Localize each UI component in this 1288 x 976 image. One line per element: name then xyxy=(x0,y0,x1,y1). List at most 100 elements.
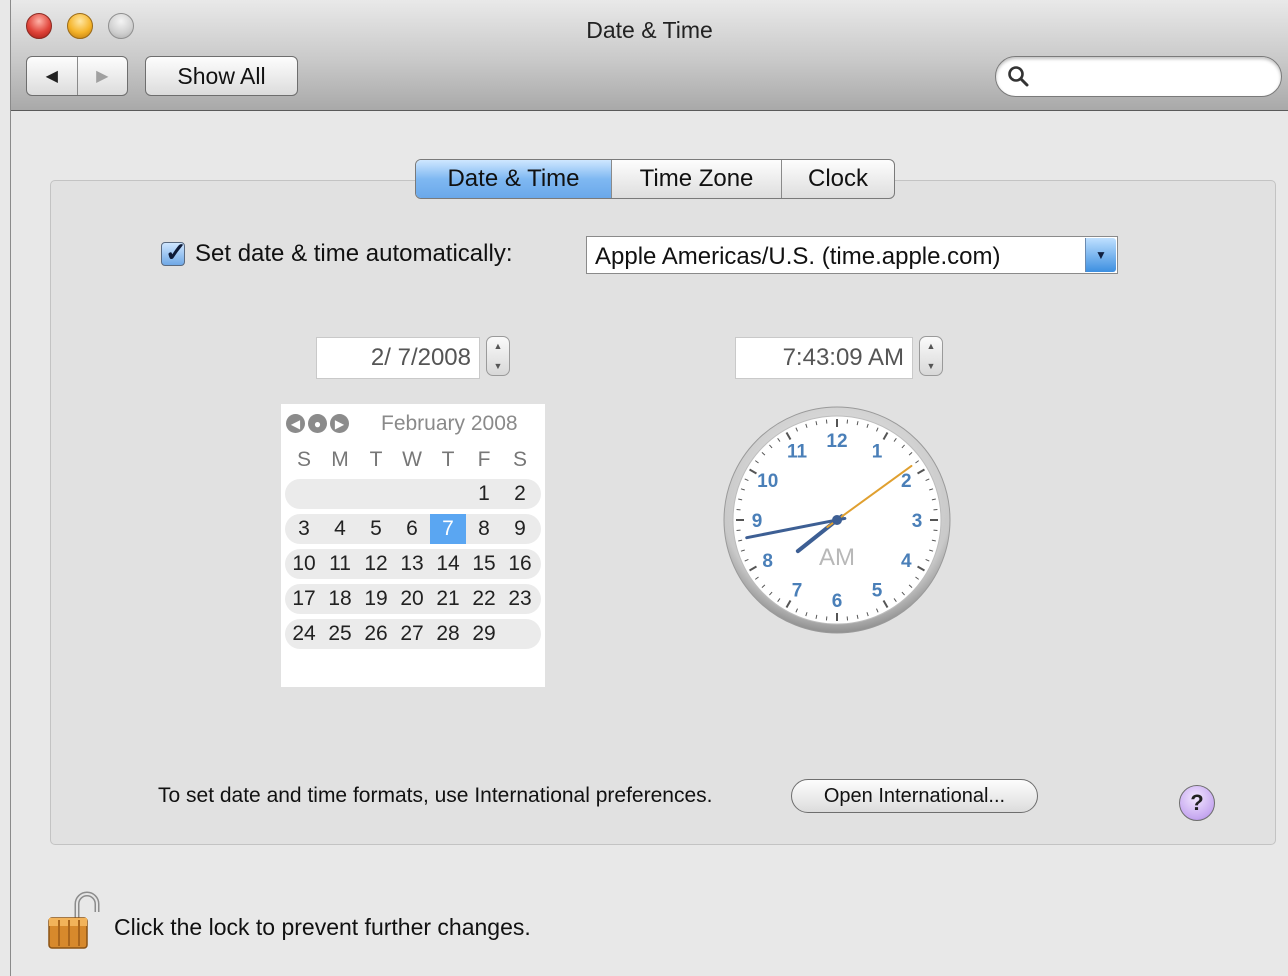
calendar-day[interactable]: 22 xyxy=(466,584,502,614)
lock-icon[interactable] xyxy=(45,890,103,950)
weekday-label: F xyxy=(477,448,491,471)
show-all-button[interactable]: Show All xyxy=(145,56,298,96)
calendar-day[interactable]: 6 xyxy=(394,514,430,544)
clock-numeral: 1 xyxy=(872,442,883,463)
calendar-day[interactable]: 12 xyxy=(358,549,394,579)
clock-numeral: 10 xyxy=(757,471,778,492)
time-server-value: Apple Americas/U.S. (time.apple.com) xyxy=(595,243,1001,270)
calendar-empty-cell xyxy=(286,479,322,509)
clock-numeral: 3 xyxy=(912,511,923,532)
tab-time-zone[interactable]: Time Zone xyxy=(611,160,781,198)
tab-bar: Date & Time Time Zone Clock xyxy=(415,159,895,199)
calendar-day[interactable]: 13 xyxy=(394,549,430,579)
auto-time-row: ✓ Set date & time automatically: xyxy=(161,237,513,268)
weekday-label: M xyxy=(331,448,349,471)
clock-numeral: 2 xyxy=(901,471,912,492)
search-icon xyxy=(1008,66,1029,87)
calendar-week-row: 17 18 19 20 21 22 23 xyxy=(285,584,541,614)
calendar-day[interactable]: 18 xyxy=(322,584,358,614)
weekday-label: W xyxy=(402,448,422,471)
clock-period: AM xyxy=(819,544,855,571)
today-icon[interactable]: ● xyxy=(308,414,327,433)
search-field[interactable] xyxy=(995,56,1282,97)
toolbar: Date & Time ◀ ▶ Show All xyxy=(11,0,1288,111)
tab-clock[interactable]: Clock xyxy=(781,160,894,198)
calendar-day[interactable]: 17 xyxy=(286,584,322,614)
date-field[interactable]: 2/ 7/2008 xyxy=(316,337,480,379)
stepper-up-icon[interactable]: ▲ xyxy=(920,341,942,351)
calendar-day[interactable]: 20 xyxy=(394,584,430,614)
stepper-up-icon[interactable]: ▲ xyxy=(487,341,509,351)
clock-numeral: 4 xyxy=(901,551,912,572)
calendar-day[interactable]: 9 xyxy=(502,514,538,544)
calendar-day[interactable]: 4 xyxy=(322,514,358,544)
tab-date-time[interactable]: Date & Time xyxy=(416,160,611,198)
calendar-day[interactable]: 7 xyxy=(430,514,466,544)
calendar-day[interactable]: 11 xyxy=(322,549,358,579)
calendar-day[interactable]: 29 xyxy=(466,619,502,649)
clock-numeral: 5 xyxy=(872,580,883,601)
lock-message: Click the lock to prevent further change… xyxy=(114,914,531,940)
calendar-day[interactable]: 2 xyxy=(502,479,538,509)
calendar-header: ◀ ● ▶ February 2008 xyxy=(281,412,545,442)
open-international-button[interactable]: Open International... xyxy=(791,779,1038,813)
popup-arrow-icon[interactable]: ▼ xyxy=(1085,238,1116,272)
calendar-day[interactable]: 14 xyxy=(430,549,466,579)
calendar-day[interactable]: 26 xyxy=(358,619,394,649)
calendar-nav: ◀ ● ▶ xyxy=(286,414,349,433)
stepper-down-icon[interactable]: ▼ xyxy=(487,361,509,371)
date-time-window: Date & Time ◀ ▶ Show All Date & Time Tim… xyxy=(10,0,1288,976)
time-field[interactable]: 7:43:09 AM xyxy=(735,337,913,379)
weekday-label: T xyxy=(441,448,455,471)
auto-time-label: Set date & time automatically: xyxy=(195,240,513,267)
calendar-day[interactable]: 16 xyxy=(502,549,538,579)
weekday-label: S xyxy=(512,448,527,471)
back-arrow-icon: ◀ xyxy=(45,68,58,85)
calendar-empty-cell xyxy=(394,479,430,509)
weekday-label: T xyxy=(369,448,383,471)
calendar-day[interactable]: 28 xyxy=(430,619,466,649)
calendar-week-row: 12 xyxy=(285,479,541,509)
calendar-day[interactable]: 1 xyxy=(466,479,502,509)
clock-numeral: 7 xyxy=(792,580,803,601)
calendar-day[interactable]: 23 xyxy=(502,584,538,614)
calendar-month-title: February 2008 xyxy=(381,412,518,435)
clock-numeral: 8 xyxy=(762,551,773,572)
calendar-week-row: 10 11 12 13 14 15 16 xyxy=(285,549,541,579)
calendar-empty-cell xyxy=(322,479,358,509)
calendar-empty-cell xyxy=(430,479,466,509)
calendar-day[interactable]: 15 xyxy=(466,549,502,579)
previous-month-icon[interactable]: ◀ xyxy=(286,414,305,433)
calendar-day[interactable]: 3 xyxy=(286,514,322,544)
calendar-week-row: 24 25 26 27 28 29 xyxy=(285,619,541,649)
search-input[interactable] xyxy=(1036,63,1270,91)
calendar-empty-cell xyxy=(502,619,538,649)
forward-button[interactable]: ▶ xyxy=(76,57,128,95)
calendar-day[interactable]: 27 xyxy=(394,619,430,649)
help-button[interactable]: ? xyxy=(1179,785,1215,821)
calendar-day[interactable]: 25 xyxy=(322,619,358,649)
stepper-down-icon[interactable]: ▼ xyxy=(920,361,942,371)
calendar-week-row: 3456789 xyxy=(285,514,541,544)
international-hint: To set date and time formats, use Intern… xyxy=(158,784,713,807)
calendar: ◀ ● ▶ February 2008 S M T W T F S 123456… xyxy=(281,404,545,687)
clock-center-pin xyxy=(832,515,842,525)
checkmark-icon: ✓ xyxy=(165,237,187,267)
calendar-day[interactable]: 5 xyxy=(358,514,394,544)
calendar-day[interactable]: 21 xyxy=(430,584,466,614)
calendar-day[interactable]: 10 xyxy=(286,549,322,579)
auto-time-checkbox[interactable]: ✓ xyxy=(161,237,187,267)
time-stepper[interactable]: ▲ ▼ xyxy=(919,336,943,376)
back-button[interactable]: ◀ xyxy=(27,57,77,95)
analog-clock: 121234567891011 AM xyxy=(723,406,951,634)
time-server-popup[interactable]: Apple Americas/U.S. (time.apple.com) ▼ xyxy=(586,236,1118,274)
clock-numeral: 6 xyxy=(832,591,843,612)
weekday-label: S xyxy=(296,448,311,471)
next-month-icon[interactable]: ▶ xyxy=(330,414,349,433)
window-title: Date & Time xyxy=(586,17,713,43)
back-forward-control: ◀ ▶ xyxy=(26,56,128,96)
calendar-day[interactable]: 19 xyxy=(358,584,394,614)
calendar-day[interactable]: 8 xyxy=(466,514,502,544)
date-stepper[interactable]: ▲ ▼ xyxy=(486,336,510,376)
calendar-day[interactable]: 24 xyxy=(286,619,322,649)
